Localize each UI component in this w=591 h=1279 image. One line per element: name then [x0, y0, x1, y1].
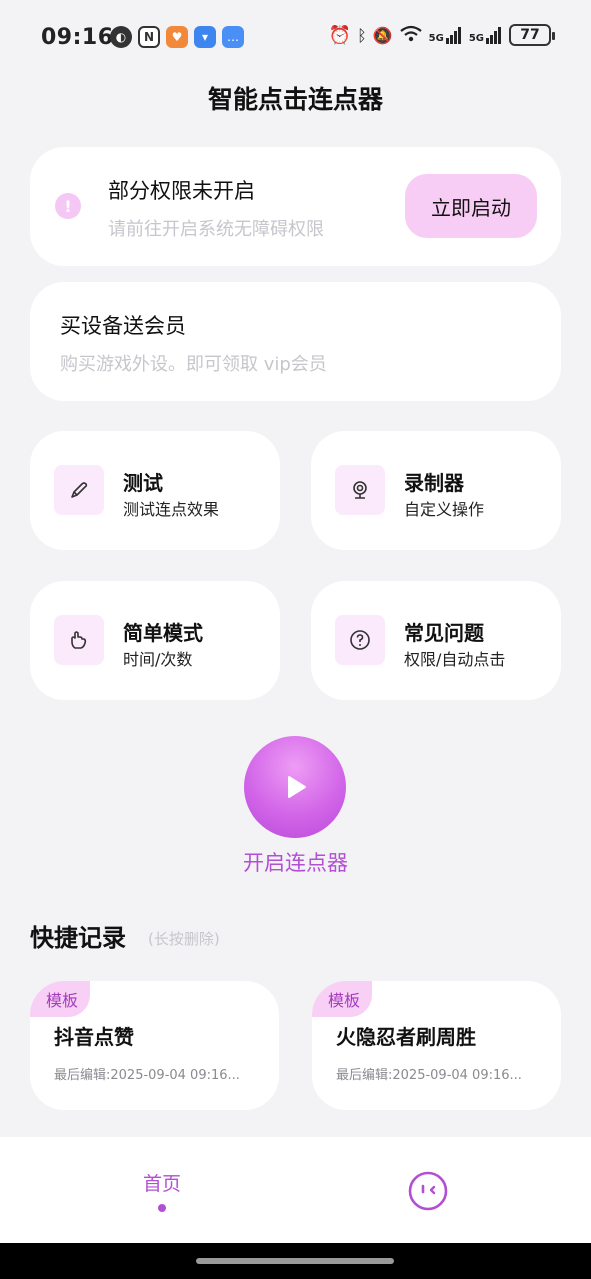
signal-icon-2: 5G [469, 26, 503, 44]
feature-subtitle: 自定义操作 [404, 500, 485, 519]
feature-title: 简单模式 [123, 621, 203, 645]
permission-card: ! 部分权限未开启 请前往开启系统无障碍权限 立即启动 [30, 147, 561, 266]
sync-icon: ◐ [110, 26, 132, 48]
page-title: 智能点击连点器 [207, 85, 383, 114]
record-edited-time: 最后编辑:2025-09-04 09:16... [54, 1068, 240, 1083]
template-badge: 模板 [312, 981, 372, 1017]
app-bag-icon: ▾ [194, 26, 216, 48]
feature-recorder-card[interactable]: 录制器 自定义操作 [311, 431, 561, 550]
record-card[interactable]: 模板 抖音点赞 最后编辑:2025-09-04 09:16... [30, 981, 279, 1110]
start-clicker-label[interactable]: 开启连点器 [0, 847, 591, 877]
alert-icon: ! [55, 193, 81, 219]
feature-subtitle: 时间/次数 [123, 650, 193, 669]
permission-title: 部分权限未开启 [108, 179, 255, 203]
bluetooth-icon: ᛒ [357, 25, 367, 45]
vip-title: 买设备送会员 [60, 314, 186, 338]
app-chat-icon: … [222, 26, 244, 48]
feature-test-card[interactable]: 测试 测试连点效果 [30, 431, 280, 550]
question-icon [335, 615, 385, 665]
feature-simple-mode-card[interactable]: 简单模式 时间/次数 [30, 581, 280, 700]
status-time: 09:16 [41, 25, 114, 50]
mute-icon: 🔕 [372, 25, 393, 45]
vip-promo-card[interactable]: 买设备送会员 购买游戏外设。即可领取 vip会员 [30, 282, 561, 401]
record-card[interactable]: 模板 火隐忍者刷周胜 最后编辑:2025-09-04 09:16... [312, 981, 561, 1110]
enable-permission-button[interactable]: 立即启动 [405, 174, 537, 238]
home-gesture-handle[interactable] [196, 1258, 394, 1264]
tab-profile[interactable] [407, 1170, 449, 1212]
network-label-2: 5G [468, 33, 484, 44]
hand-icon [54, 615, 104, 665]
feature-subtitle: 权限/自动点击 [404, 650, 506, 669]
feature-faq-card[interactable]: 常见问题 权限/自动点击 [311, 581, 561, 700]
battery-indicator: 77 [509, 24, 555, 46]
record-title: 火隐忍者刷周胜 [336, 1025, 476, 1049]
record-title: 抖音点赞 [54, 1025, 134, 1049]
play-icon [288, 776, 306, 798]
wifi-icon [399, 25, 423, 46]
template-badge: 模板 [30, 981, 90, 1017]
network-label-1: 5G [428, 33, 444, 44]
tab-home[interactable]: 首页 [122, 1169, 202, 1196]
active-tab-indicator [158, 1204, 166, 1212]
status-bar: 09:16 ◐ N ♥ ▾ … ⏰ ᛒ 🔕 5G 5G 77 [0, 0, 591, 76]
signal-icon-1: 5G [429, 26, 463, 44]
feature-subtitle: 测试连点效果 [123, 500, 220, 519]
alarm-icon: ⏰ [328, 24, 352, 46]
feature-title: 常见问题 [404, 621, 484, 645]
permission-subtitle: 请前往开启系统无障碍权限 [108, 219, 324, 240]
notification-icons: ◐ N ♥ ▾ … [110, 26, 244, 48]
face-icon [408, 1171, 448, 1211]
pen-icon [54, 465, 104, 515]
start-clicker-button[interactable] [244, 736, 346, 838]
quick-records-hint: (长按删除) [148, 930, 220, 948]
record-edited-time: 最后编辑:2025-09-04 09:16... [336, 1068, 522, 1083]
feature-title: 录制器 [404, 471, 464, 495]
vip-subtitle: 购买游戏外设。即可领取 vip会员 [60, 354, 327, 375]
system-navigation-bar [0, 1243, 591, 1279]
feature-title: 测试 [123, 471, 163, 495]
nfc-icon: N [138, 26, 160, 48]
system-icons: ⏰ ᛒ 🔕 5G 5G 77 [328, 24, 555, 46]
app-heart-icon: ♥ [166, 26, 188, 48]
bottom-tab-bar: 首页 [0, 1137, 591, 1243]
webcam-icon [335, 465, 385, 515]
quick-records-title: 快捷记录 [30, 924, 126, 952]
